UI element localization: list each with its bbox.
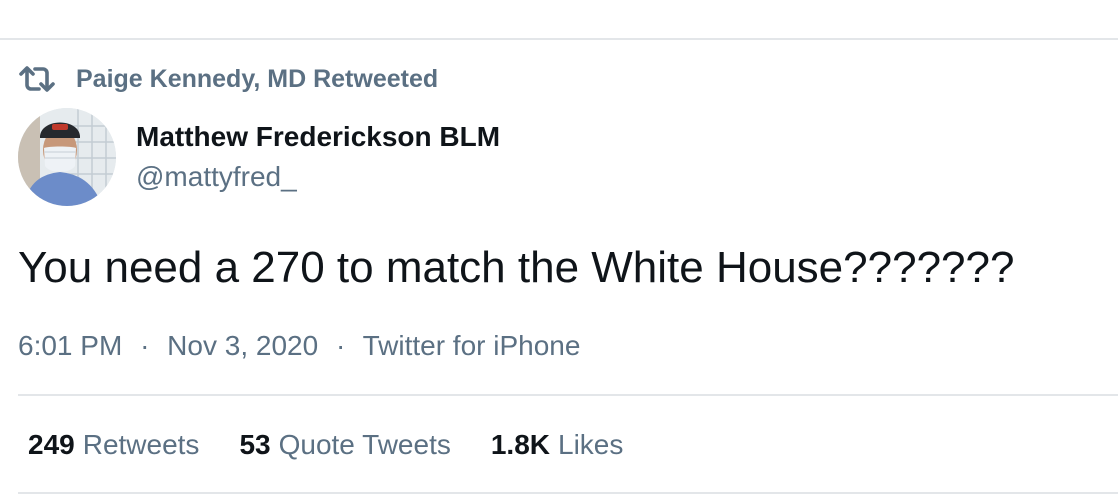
tweet-stats: 249 Retweets 53 Quote Tweets 1.8K Likes xyxy=(28,424,663,466)
tweet-date[interactable]: Nov 3, 2020 xyxy=(167,330,318,361)
avatar[interactable] xyxy=(18,108,116,206)
likes-label: Likes xyxy=(558,429,624,460)
quote-tweets-count: 53 xyxy=(239,429,271,460)
meta-divider xyxy=(18,394,1118,396)
retweet-text: Paige Kennedy, MD Retweeted xyxy=(76,64,439,93)
retweets-count: 249 xyxy=(28,429,75,460)
retweets-stat[interactable]: 249 Retweets xyxy=(28,424,199,466)
tweet-time[interactable]: 6:01 PM xyxy=(18,330,122,361)
avatar-image xyxy=(18,108,116,206)
quote-tweets-label: Quote Tweets xyxy=(278,429,451,460)
meta-separator: · xyxy=(140,330,150,361)
tweet-source[interactable]: Twitter for iPhone xyxy=(363,330,581,361)
top-divider xyxy=(0,38,1118,40)
quote-tweets-stat[interactable]: 53 Quote Tweets xyxy=(239,424,450,466)
retweet-context[interactable]: Paige Kennedy, MD Retweeted xyxy=(18,62,438,96)
author-name[interactable]: Matthew Frederickson BLM xyxy=(136,118,500,156)
retweets-label: Retweets xyxy=(82,429,200,460)
stats-divider xyxy=(18,492,1118,494)
likes-stat[interactable]: 1.8K Likes xyxy=(491,424,624,466)
tweet-text: You need a 270 to match the White House?… xyxy=(18,243,1015,292)
previous-content-fragment xyxy=(160,0,260,4)
tweet-meta: 6:01 PM · Nov 3, 2020 · Twitter for iPho… xyxy=(18,326,580,366)
likes-count: 1.8K xyxy=(490,429,551,460)
author-block[interactable]: Matthew Frederickson BLM @mattyfred_ xyxy=(136,118,500,196)
retweet-icon xyxy=(19,66,55,92)
meta-separator: · xyxy=(335,330,346,361)
author-handle[interactable]: @mattyfred_ xyxy=(136,158,500,196)
